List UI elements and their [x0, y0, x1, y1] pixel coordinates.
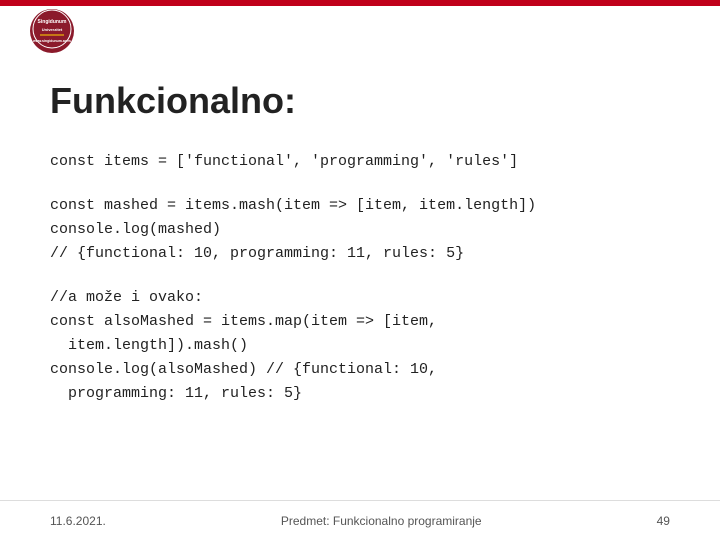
code-section-3: //a može i ovako: const alsoMashed = ite… — [50, 286, 670, 406]
code-section-1: const items = ['functional', 'programmin… — [50, 150, 670, 174]
top-bar — [0, 0, 720, 6]
footer-subject: Predmet: Funkcionalno programiranje — [281, 514, 482, 528]
code-line: item.length]).mash() — [50, 334, 670, 358]
code-section-2: const mashed = items.mash(item => [item,… — [50, 194, 670, 266]
code-line: const alsoMashed = items.map(item => [it… — [50, 310, 670, 334]
code-line: // {functional: 10, programming: 11, rul… — [50, 242, 670, 266]
main-content: Funkcionalno: const items = ['functional… — [0, 60, 720, 500]
slide-title: Funkcionalno: — [50, 80, 670, 122]
code-line: console.log(mashed) — [50, 218, 670, 242]
code-line: const mashed = items.mash(item => [item,… — [50, 194, 670, 218]
code-block: const items = ['functional', 'programmin… — [50, 150, 670, 406]
logo-text: Singidunum Univerzitet www.singidunum.ac… — [32, 9, 72, 52]
code-line: //a može i ovako: — [50, 286, 670, 310]
svg-text:www.singidunum.ac.rs: www.singidunum.ac.rs — [32, 39, 71, 43]
svg-text:Univerzitet: Univerzitet — [42, 27, 63, 32]
footer-page: 49 — [657, 514, 670, 528]
code-line: programming: 11, rules: 5} — [50, 382, 670, 406]
footer: 11.6.2021. Predmet: Funkcionalno program… — [0, 500, 720, 540]
footer-date: 11.6.2021. — [50, 514, 106, 528]
svg-text:Singidunum: Singidunum — [38, 19, 67, 25]
logo-area: Singidunum Univerzitet www.singidunum.ac… — [12, 8, 92, 53]
code-line: const items = ['functional', 'programmin… — [50, 150, 670, 174]
code-line: console.log(alsoMashed) // {functional: … — [50, 358, 670, 382]
logo-circle: Singidunum Univerzitet www.singidunum.ac… — [30, 9, 74, 53]
